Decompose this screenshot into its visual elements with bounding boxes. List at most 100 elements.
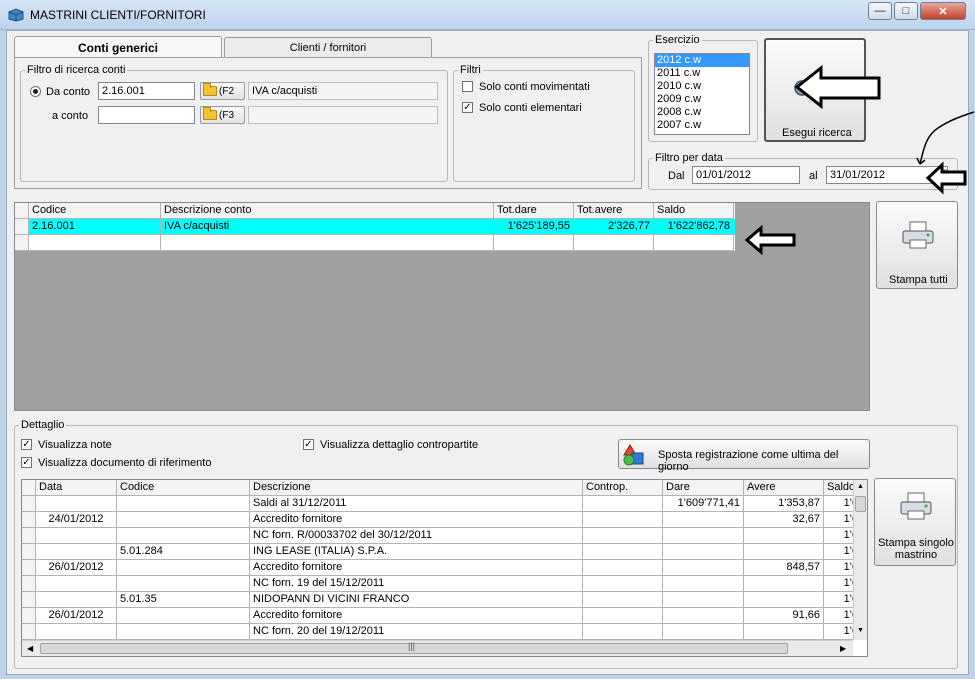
table-cell: NC forn. 19 del 15/12/2011 [250,576,583,592]
esercizio-listbox[interactable]: 2012 c.w 2011 c.w 2010 c.w 2009 c.w 2008 c.w… [654,53,750,135]
column-header[interactable]: Tot.dare [494,203,574,219]
dal-date-input[interactable]: 01/01/2012 [692,166,800,184]
f2-lookup-button[interactable]: (F2 [200,82,245,100]
solo-conti-elementari-checkbox[interactable]: ✓ [462,102,473,113]
table-cell: 1'353,87 [744,496,824,512]
conti-grid: Codice Descrizione conto Tot.dare Tot.avere… [14,202,870,411]
table-row[interactable]: 26/01/2012 Accredito fornitore 848,57 1'6 [22,560,867,576]
printer-icon [900,492,932,520]
f3-lookup-button[interactable]: (F3 [200,106,245,124]
scroll-up-icon[interactable]: ▲ [857,483,864,490]
table-row[interactable] [15,235,735,251]
table-cell [583,560,663,576]
column-header[interactable]: Controp. [583,480,663,496]
column-header[interactable]: Tot.avere [574,203,654,219]
arrow-annotation-icon [794,64,881,110]
column-header[interactable]: Codice [29,203,161,219]
table-cell [574,235,654,251]
tab-clienti-fornitori[interactable]: Clienti / fornitori [224,37,432,57]
visualizza-note-checkbox[interactable]: ✓ [21,439,32,450]
esercizio-item[interactable]: 2011 c.w [655,67,749,80]
esercizio-item[interactable]: 2008 c.w [655,106,749,119]
scroll-right-icon[interactable]: ▶ [840,644,846,653]
column-header[interactable]: Descrizione [250,480,583,496]
maximize-icon: □ [902,5,910,17]
folder-icon [203,107,217,120]
esercizio-item[interactable]: 2012 c.w [655,54,749,67]
visualizza-documento-checkbox[interactable]: ✓ [21,457,32,468]
table-row[interactable]: 2.16.001 IVA c/acquisti 1'625'189,55 2'326,… [15,219,735,235]
table-cell [583,496,663,512]
row-indicator[interactable] [22,512,36,528]
row-indicator[interactable] [22,592,36,608]
stampa-singolo-mastrino-button[interactable]: Stampa singolo mastrino [874,478,956,566]
da-conto-radio[interactable] [30,86,41,97]
table-cell: 24/01/2012 [36,512,117,528]
table-cell [583,608,663,624]
table-row[interactable]: 5.01.284 ING LEASE (ITALIA) S.P.A. 1'6 [22,544,867,560]
table-row[interactable]: NC forn. R/00033702 del 30/12/2011 1'6 [22,528,867,544]
conti-grid-header: Codice Descrizione conto Tot.dare Tot.avere… [15,203,735,219]
table-cell [36,576,117,592]
folder-icon [203,83,217,96]
table-cell [117,624,250,640]
column-header[interactable]: Avere [744,480,824,496]
a-conto-input[interactable] [98,106,195,124]
table-cell: Accredito fornitore [250,512,583,528]
table-row[interactable]: NC forn. 20 del 19/12/2011 1'6 [22,624,867,640]
da-conto-input[interactable]: 2.16.001 [98,82,195,100]
window-title: MASTRINI CLIENTI/FORNITORI [30,8,206,22]
scroll-down-icon[interactable]: ▼ [857,627,864,634]
row-indicator[interactable] [22,576,36,592]
row-indicator[interactable] [15,235,29,251]
row-indicator[interactable] [22,608,36,624]
table-row[interactable]: 26/01/2012 Accredito fornitore 91,66 1'6 [22,608,867,624]
table-cell: 32,67 [744,512,824,528]
table-row[interactable]: 24/01/2012 Accredito fornitore 32,67 1'6 [22,512,867,528]
row-indicator[interactable] [15,219,29,235]
arrow-annotation-icon [744,225,796,255]
filtro-data-legend: Filtro per data [655,152,723,164]
minimize-button[interactable]: — [868,2,892,20]
horizontal-scroll-thumb[interactable]: ||| [40,641,788,654]
column-header[interactable]: Saldo [654,203,734,219]
visualizza-contropartite-checkbox[interactable]: ✓ [303,439,314,450]
stampa-tutti-button[interactable]: Stampa tutti [876,201,958,289]
column-header[interactable]: Codice [117,480,250,496]
row-indicator[interactable] [22,624,36,640]
sposta-registrazione-button[interactable]: Sposta registrazione come ultima del gio… [618,439,870,473]
solo-conti-movimentati-label: Solo conti movimentati [479,81,590,93]
horizontal-scrollbar[interactable]: ◀ ||| ▶ [22,640,853,656]
table-row[interactable]: 5.01.35 NIDOPANN DI VICINI FRANCO 1'6 [22,592,867,608]
esercizio-item[interactable]: 2010 c.w [655,80,749,93]
row-indicator[interactable] [22,544,36,560]
vertical-scroll-thumb[interactable] [855,496,866,512]
column-header[interactable]: Data [36,480,117,496]
maximize-button[interactable]: □ [894,2,918,20]
scroll-left-icon[interactable]: ◀ [27,644,33,653]
a-conto-description [248,106,438,124]
row-indicator[interactable] [22,496,36,512]
tab-conti-generici[interactable]: Conti generici [14,36,222,58]
row-indicator[interactable] [22,528,36,544]
visualizza-documento-label: Visualizza documento di riferimento [38,457,212,469]
dettaglio-grid-header: Data Codice Descrizione Controp. Dare Avere Sa… [22,480,867,496]
row-indicator[interactable] [22,560,36,576]
sposta-registrazione-label: Sposta registrazione come ultima del gio… [658,449,839,473]
table-cell [117,560,250,576]
esercizio-item[interactable]: 2009 c.w [655,93,749,106]
table-cell [161,235,494,251]
table-cell [663,512,744,528]
table-row[interactable]: NC forn. 19 del 15/12/2011 1'6 [22,576,867,592]
solo-conti-movimentati-checkbox[interactable] [462,81,473,92]
vertical-scrollbar[interactable]: ▲ ▼ [853,480,867,640]
stampa-singolo-mastrino-label: Stampa singolo mastrino [878,537,954,561]
table-cell [663,624,744,640]
column-header[interactable]: Descrizione conto [161,203,494,219]
table-row[interactable]: Saldi al 31/12/2011 1'609'771,41 1'353,87 1… [22,496,867,512]
f3-label: (F3 [219,109,234,121]
dal-label: Dal [668,170,685,182]
close-button[interactable]: ✕ [920,2,966,20]
column-header[interactable]: Dare [663,480,744,496]
esercizio-item[interactable]: 2007 c.w [655,119,749,132]
